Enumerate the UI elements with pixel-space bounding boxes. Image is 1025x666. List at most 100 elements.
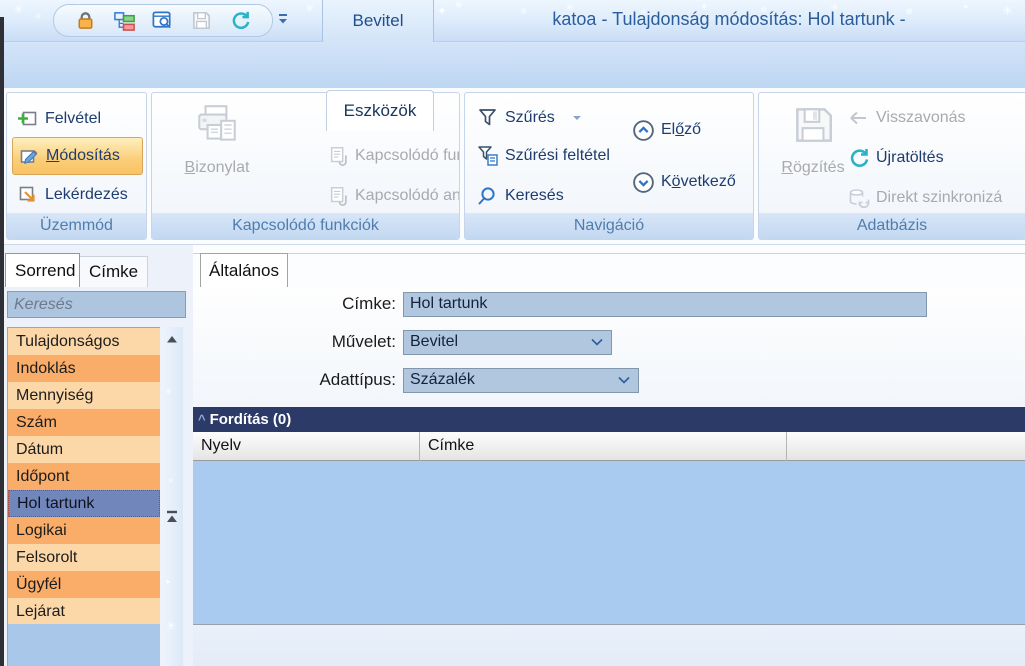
lekerdezes-button[interactable]: Lekérdezés xyxy=(16,182,128,208)
hierarchy-icon[interactable] xyxy=(111,8,137,34)
kereses-label: Keresés xyxy=(505,187,564,204)
forditas-section-title: Fordítás (0) xyxy=(209,411,292,428)
quick-access-toolbar xyxy=(53,4,273,37)
szuresi-feltetel-button[interactable]: Szűrési feltétel xyxy=(476,143,610,169)
sidebar-tab-cimke[interactable]: Címke xyxy=(80,256,148,287)
cimke-field-label: Címke: xyxy=(342,294,396,313)
adattipus-value: Százalék xyxy=(410,371,475,388)
list-item[interactable]: Logikai xyxy=(8,517,160,544)
muvelet-field-label: Művelet: xyxy=(331,332,396,351)
toolbar-overflow-chevron-icon[interactable] xyxy=(276,12,290,33)
list-item[interactable]: Dátum xyxy=(8,436,160,463)
lock-icon[interactable] xyxy=(72,8,98,34)
direkt-szinkronizacio-label: Direkt szinkronizá xyxy=(876,189,1003,206)
szures-button[interactable]: Szűrés xyxy=(476,105,582,131)
tab-eszkozok[interactable]: Eszközök xyxy=(326,90,434,131)
floppy-save-icon xyxy=(789,101,837,149)
list-scrollbar[interactable]: ❄ ❄ ✦ ✳ xyxy=(161,327,183,666)
database-sync-icon xyxy=(847,186,871,210)
group-label-kapcsolodo-funkciok: Kapcsolódó funkciók xyxy=(152,213,459,239)
property-form: Címke: Művelet: Bevitel Adattípus: Száza… xyxy=(193,287,1025,407)
chevron-down-icon xyxy=(618,376,630,384)
filter-funnel-icon xyxy=(476,106,500,130)
list-item[interactable]: Szám xyxy=(8,409,160,436)
ribbon-group-adatbazis: Rögzítés Visszavonás Újratöltés Direkt s… xyxy=(758,92,1025,240)
muvelet-select[interactable]: Bevitel xyxy=(403,329,612,355)
column-header-nyelv[interactable]: Nyelv xyxy=(193,432,420,461)
szuresi-feltetel-label: Szűrési feltétel xyxy=(505,147,610,164)
window-title: katoa - Tulajdonság módosítás: Hol tartu… xyxy=(552,9,906,29)
undo-arrow-icon xyxy=(847,106,871,130)
reload-icon xyxy=(847,146,871,170)
felvetel-button[interactable]: Felvétel xyxy=(16,106,101,132)
document-paperclip-icon xyxy=(328,185,350,207)
search-icon xyxy=(476,184,500,208)
muvelet-value: Bevitel xyxy=(410,333,459,350)
printer-icon xyxy=(193,101,241,149)
elozo-label: Előző xyxy=(661,121,702,138)
circle-up-icon xyxy=(631,118,656,143)
scroll-to-top-icon[interactable] xyxy=(165,509,179,530)
panel-footer xyxy=(193,625,1025,666)
kovetkezo-label: Következő xyxy=(661,173,736,190)
rogzites-button[interactable]: Rögzítés xyxy=(769,101,857,177)
forditas-section-header[interactable]: ^ Fordítás (0) xyxy=(193,407,1025,432)
sidebar: Sorrend Címke Tulajdonságos Indoklás Men… xyxy=(0,245,190,666)
column-header-cimke[interactable]: Címke xyxy=(420,432,787,461)
modositas-label: Módosítás xyxy=(46,147,120,164)
bizonylat-button[interactable]: Bizonylat xyxy=(164,101,270,177)
forditas-table-body xyxy=(193,461,1025,625)
left-window-edge xyxy=(0,17,4,666)
ujratoltes-label: Újratöltés xyxy=(876,149,944,166)
forditas-table-header: Nyelv Címke xyxy=(193,432,1025,461)
list-item[interactable]: Ügyfél xyxy=(8,571,160,598)
mode-tab-bevitel[interactable]: Bevitel xyxy=(322,0,434,42)
sidebar-search-input[interactable] xyxy=(7,291,186,318)
felvetel-label: Felvétel xyxy=(45,110,102,127)
ujratoltes-button[interactable]: Újratöltés xyxy=(847,145,944,171)
collapse-caret-icon[interactable]: ^ xyxy=(198,412,206,427)
add-record-icon xyxy=(16,107,40,131)
window-search-icon[interactable] xyxy=(150,8,176,34)
lekerdezes-label: Lekérdezés xyxy=(45,186,128,203)
detail-panel: Általános Címke: Művelet: Bevitel Adattí… xyxy=(193,245,1025,666)
list-item[interactable]: Mennyiség xyxy=(8,382,160,409)
szures-label: Szűrés xyxy=(505,109,555,126)
list-item-selected[interactable]: Hol tartunk xyxy=(8,490,160,517)
save-icon[interactable] xyxy=(189,8,215,34)
bizonylat-label: Bizonylat xyxy=(184,159,250,176)
refresh-icon[interactable] xyxy=(228,8,254,34)
modositas-button[interactable]: Módosítás xyxy=(12,137,143,175)
property-list: Tulajdonságos Indoklás Mennyiség Szám Dá… xyxy=(7,327,160,625)
title-bar: ✳ ❄ ❄ ✦ ✳ ✦ ❄ ❄ ✳ ❄ ✦ ❄ ✳ ❄ ✦ ✳ xyxy=(0,0,1025,42)
column-header-empty xyxy=(787,432,1025,461)
kapcsolodo-funkcio-button[interactable]: Kapcsolódó funkció xyxy=(328,143,459,169)
list-item[interactable]: Felsorolt xyxy=(8,544,160,571)
visszavonas-button[interactable]: Visszavonás xyxy=(847,105,966,131)
list-item[interactable]: Tulajdonságos xyxy=(8,328,160,355)
query-arrow-icon xyxy=(16,183,40,207)
elozo-button[interactable]: Előző xyxy=(631,117,701,143)
szures-dropdown-icon[interactable] xyxy=(572,115,582,122)
adattipus-select[interactable]: Százalék xyxy=(403,367,639,393)
edit-pencil-icon xyxy=(17,144,41,168)
list-item[interactable]: Lejárat xyxy=(8,598,160,625)
sidebar-tab-sorrend[interactable]: Sorrend xyxy=(5,253,80,287)
tab-altalanos[interactable]: Általános xyxy=(200,253,288,287)
kereses-button[interactable]: Keresés xyxy=(476,183,564,209)
application-window: ✳ ❄ ❄ ✦ ✳ ✦ ❄ ❄ ✳ ❄ ✦ ❄ ✳ ❄ ✦ ✳ xyxy=(0,0,1025,666)
kovetkezo-button[interactable]: Következő xyxy=(631,169,736,195)
circle-down-icon xyxy=(631,170,656,195)
visszavonas-label: Visszavonás xyxy=(876,109,966,126)
list-item[interactable]: Időpont xyxy=(8,463,160,490)
kapcsolodo-funkcio-label: Kapcsolódó funkció xyxy=(355,147,459,164)
list-empty-area xyxy=(7,624,160,666)
kapcsolodo-analitika-button[interactable]: Kapcsolódó analitika xyxy=(328,183,459,209)
cimke-input[interactable] xyxy=(403,291,927,317)
ribbon-group-navigacio: Szűrés Szűrési feltétel Keresés Előző Kö… xyxy=(464,92,754,240)
scroll-up-icon[interactable] xyxy=(165,332,179,350)
filter-criteria-icon xyxy=(476,144,500,168)
list-item[interactable]: Indoklás xyxy=(8,355,160,382)
direkt-szinkronizacio-button[interactable]: Direkt szinkronizá xyxy=(847,185,1002,211)
adattipus-field-label: Adattípus: xyxy=(319,370,396,389)
